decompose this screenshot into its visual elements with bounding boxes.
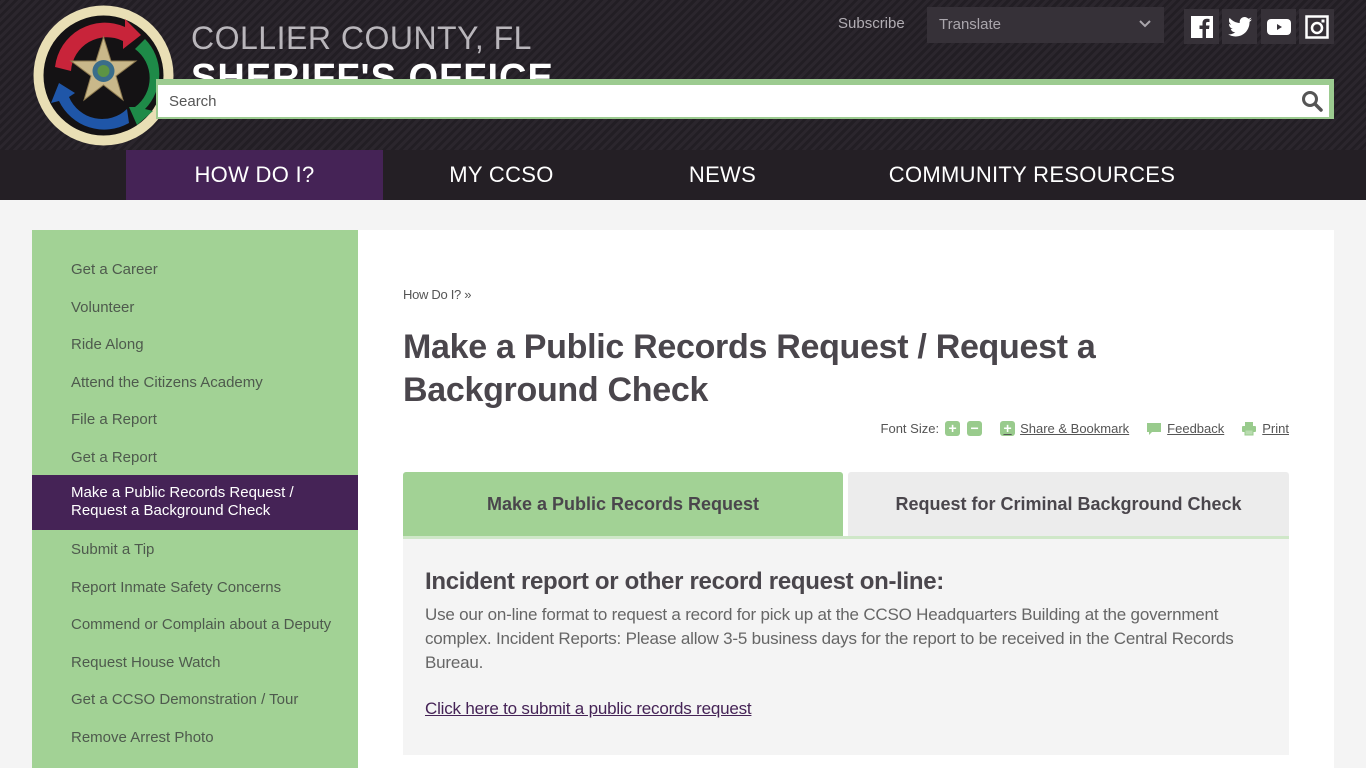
speech-bubble-icon bbox=[1147, 422, 1162, 435]
panel-heading: Incident report or other record request … bbox=[425, 568, 944, 595]
facebook-icon bbox=[1190, 15, 1213, 38]
submit-records-request-link[interactable]: Click here to submit a public records re… bbox=[425, 699, 752, 719]
tab-list: Make a Public Records Request Request fo… bbox=[403, 472, 1289, 539]
sidebar-item-ride-along[interactable]: Ride Along bbox=[32, 325, 358, 364]
search-bar bbox=[156, 79, 1334, 119]
tab-criminal-background-check[interactable]: Request for Criminal Background Check bbox=[848, 472, 1289, 536]
site-title-county: COLLIER COUNTY, FL bbox=[191, 20, 532, 56]
print-link[interactable]: Print bbox=[1241, 421, 1289, 436]
feedback-label: Feedback bbox=[1167, 421, 1225, 436]
facebook-button[interactable] bbox=[1184, 9, 1219, 44]
font-increase-button[interactable]: + bbox=[945, 420, 961, 436]
minus-icon: − bbox=[970, 420, 979, 436]
nav-item-my-ccso[interactable]: MY CCSO bbox=[383, 150, 620, 200]
search-input[interactable] bbox=[158, 85, 1329, 117]
tab-panel: Incident report or other record request … bbox=[403, 539, 1289, 755]
main-content: How Do I? » Make a Public Records Reques… bbox=[358, 230, 1334, 768]
feedback-link[interactable]: Feedback bbox=[1146, 421, 1224, 436]
translate-dropdown[interactable]: Translate bbox=[927, 7, 1164, 43]
panel-body: Use our on-line format to request a reco… bbox=[425, 605, 1234, 672]
sidebar-item-commend-complain[interactable]: Commend or Complain about a Deputy bbox=[32, 605, 358, 644]
sidebar-item-public-records-request[interactable]: Make a Public Records Request / Request … bbox=[32, 475, 358, 530]
sidebar-item-get-a-career[interactable]: Get a Career bbox=[32, 250, 358, 289]
tab-public-records-request[interactable]: Make a Public Records Request bbox=[403, 472, 843, 536]
plus-icon: + bbox=[948, 420, 957, 436]
twitter-button[interactable] bbox=[1222, 9, 1257, 44]
sidebar-item-demonstration-tour[interactable]: Get a CCSO Demonstration / Tour bbox=[32, 680, 358, 719]
instagram-button[interactable] bbox=[1299, 9, 1334, 44]
sidebar-item-submit-a-tip[interactable]: Submit a Tip bbox=[32, 530, 358, 569]
translate-label: Translate bbox=[939, 16, 1001, 33]
chevron-down-icon bbox=[1139, 20, 1151, 28]
page-tools: Font Size: + − + Share & Bookmark Feedba… bbox=[881, 421, 1289, 436]
printer-icon bbox=[1242, 422, 1257, 436]
sheriff-seal-logo[interactable] bbox=[33, 5, 174, 146]
sidebar-item-volunteer[interactable]: Volunteer bbox=[32, 288, 358, 327]
sidebar-item-remove-arrest-photo[interactable]: Remove Arrest Photo bbox=[32, 718, 358, 757]
youtube-button[interactable] bbox=[1261, 9, 1296, 44]
sidebar-item-file-a-report[interactable]: File a Report bbox=[32, 400, 358, 439]
sidebar-nav: Get a Career Volunteer Ride Along Attend… bbox=[32, 230, 358, 768]
font-size-label: Font Size: bbox=[880, 421, 940, 436]
share-bookmark-link[interactable]: + Share & Bookmark bbox=[1000, 421, 1129, 436]
nav-item-how-do-i[interactable]: HOW DO I? bbox=[126, 150, 383, 200]
font-decrease-button[interactable]: − bbox=[967, 420, 983, 436]
share-bookmark-label: Share & Bookmark bbox=[1020, 421, 1130, 436]
youtube-icon bbox=[1266, 18, 1291, 35]
share-plus-icon: + bbox=[1000, 421, 1016, 436]
main-nav: HOW DO I? MY CCSO NEWS COMMUNITY RESOURC… bbox=[0, 150, 1366, 200]
print-label: Print bbox=[1262, 421, 1289, 436]
site-header: COLLIER COUNTY, FL SHERIFF'S OFFICE SHER… bbox=[0, 0, 1366, 150]
nav-item-news[interactable]: NEWS bbox=[620, 150, 825, 200]
sidebar-item-get-a-report[interactable]: Get a Report bbox=[32, 438, 358, 477]
twitter-icon bbox=[1227, 16, 1252, 36]
subscribe-link[interactable]: Subscribe bbox=[838, 15, 905, 32]
sidebar-item-citizens-academy[interactable]: Attend the Citizens Academy bbox=[32, 363, 358, 402]
nav-item-community-resources[interactable]: COMMUNITY RESOURCES bbox=[825, 150, 1239, 200]
breadcrumb[interactable]: How Do I? » bbox=[403, 287, 472, 302]
sidebar-item-house-watch[interactable]: Request House Watch bbox=[32, 643, 358, 682]
page-title: Make a Public Records Request / Request … bbox=[403, 328, 1096, 409]
instagram-icon bbox=[1304, 14, 1329, 39]
sidebar-item-inmate-safety[interactable]: Report Inmate Safety Concerns bbox=[32, 568, 358, 607]
search-icon[interactable] bbox=[1300, 89, 1324, 113]
